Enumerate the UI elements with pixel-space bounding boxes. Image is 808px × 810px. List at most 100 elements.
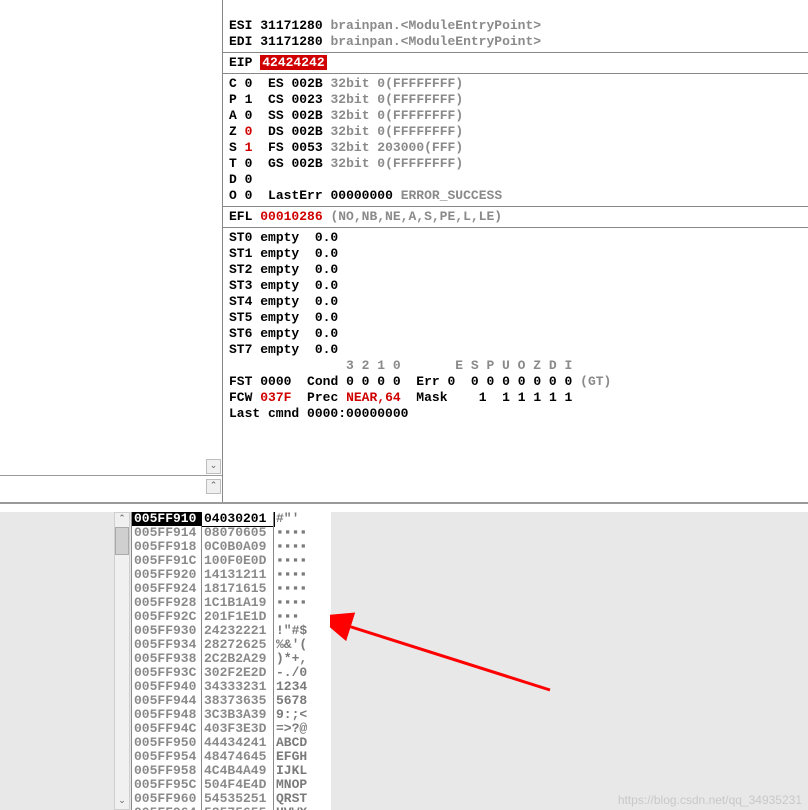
dump-row[interactable]: 005FF9584C4B4A49IJKL — [132, 764, 331, 778]
dump-addr: 005FF938 — [132, 652, 202, 666]
flag-o: O — [229, 188, 237, 203]
dump-hex: 34333231 — [202, 680, 274, 694]
dump-ascii: ▪▪▪▪ — [274, 554, 318, 568]
efl-val: 00010286 — [260, 209, 322, 224]
dump-row[interactable]: 005FF93C302F2E2D-./0 — [132, 666, 331, 680]
dump-addr: 005FF95C — [132, 778, 202, 792]
dump-hex: 38373635 — [202, 694, 274, 708]
dump-row[interactable]: 005FF96458575655UVWX — [132, 806, 331, 810]
dump-row[interactable]: 005FF93428272625%&'( — [132, 638, 331, 652]
separator — [223, 73, 808, 74]
reg-edi-val: 31171280 — [260, 34, 322, 49]
dump-addr: 005FF950 — [132, 736, 202, 750]
fpu-hdr: 3 2 1 0 E S P U O Z D I — [229, 358, 572, 373]
stack-dump-pane[interactable]: 005FF91004030201#"'005FF91408070605▪▪▪▪0… — [131, 512, 331, 810]
dump-row[interactable]: 005FF9281C1B1A19▪▪▪▪ — [132, 596, 331, 610]
dump-hex: 1C1B1A19 — [202, 596, 274, 610]
dump-row[interactable]: 005FF94C403F3E3D=>?@ — [132, 722, 331, 736]
dump-row[interactable]: 005FF91004030201#"' — [132, 512, 331, 526]
reg-edi-sym: brainpan.<ModuleEntryPoint> — [330, 34, 541, 49]
dump-row[interactable]: 005FF95044434241ABCD — [132, 736, 331, 750]
dump-hex: 100F0E0D — [202, 554, 274, 568]
dump-scrollbar[interactable]: ⌃ ⌄ — [114, 512, 130, 810]
dump-row[interactable]: 005FF93024232221!"#$ — [132, 624, 331, 638]
dump-ascii: IJKL — [274, 764, 318, 778]
dump-hex: 302F2E2D — [202, 666, 274, 680]
dump-addr: 005FF960 — [132, 792, 202, 806]
dump-row[interactable]: 005FF95C504F4E4DMNOP — [132, 778, 331, 792]
dump-row[interactable]: 005FF91C100F0E0D▪▪▪▪ — [132, 554, 331, 568]
dump-row[interactable]: 005FF92C201F1E1D▪▪▪ — [132, 610, 331, 624]
reg-esi-label: ESI — [229, 18, 252, 33]
dump-hex: 0C0B0A09 — [202, 540, 274, 554]
reg-edi-label: EDI — [229, 34, 252, 49]
dump-row[interactable]: 005FF91408070605▪▪▪▪ — [132, 526, 331, 540]
dump-addr: 005FF92C — [132, 610, 202, 624]
dump-ascii: #"' — [274, 512, 318, 526]
dump-ascii: ▪▪▪▪ — [274, 540, 318, 554]
dump-ascii: EFGH — [274, 750, 318, 764]
efl-label: EFL — [229, 209, 252, 224]
dump-ascii: %&'( — [274, 638, 318, 652]
dump-ascii: -./0 — [274, 666, 318, 680]
separator — [223, 206, 808, 207]
dump-hex: 3C3B3A39 — [202, 708, 274, 722]
watermark-text: https://blog.csdn.net/qq_34935231 — [618, 792, 802, 808]
scroll-down-icon[interactable]: ⌄ — [206, 459, 221, 474]
scroll-up-icon[interactable]: ⌃ — [115, 513, 129, 527]
dump-row[interactable]: 005FF9180C0B0A09▪▪▪▪ — [132, 540, 331, 554]
dump-row[interactable]: 005FF95448474645EFGH — [132, 750, 331, 764]
dump-hex: 28272625 — [202, 638, 274, 652]
dump-row[interactable]: 005FF944383736355678 — [132, 694, 331, 708]
flag-d: D — [229, 172, 237, 187]
pane-divider[interactable] — [0, 475, 222, 476]
dump-hex: 24232221 — [202, 624, 274, 638]
dump-ascii: )*+, — [274, 652, 318, 666]
seg-rows: C 0 ES 002B 32bit 0(FFFFFFFF) P 1 CS 002… — [229, 76, 463, 171]
dump-ascii: ▪▪▪▪ — [274, 596, 318, 610]
scroll-thumb[interactable] — [115, 527, 129, 555]
dump-row[interactable]: 005FF92418171615▪▪▪▪ — [132, 582, 331, 596]
dump-ascii: ▪▪▪ — [274, 610, 318, 624]
fpu-st-rows: ST0 empty 0.0 ST1 empty 0.0 ST2 empty 0.… — [229, 230, 338, 357]
dump-row[interactable]: 005FF940343332311234 — [132, 680, 331, 694]
efl-flags: (NO,NB,NE,A,S,PE,L,LE) — [330, 209, 502, 224]
dump-hex: 201F1E1D — [202, 610, 274, 624]
dump-row[interactable]: 005FF9483C3B3A399:;< — [132, 708, 331, 722]
dump-ascii: ▪▪▪▪ — [274, 568, 318, 582]
dump-ascii: ABCD — [274, 736, 318, 750]
dump-hex: 04030201 — [202, 512, 274, 526]
dump-row[interactable]: 005FF92014131211▪▪▪▪ — [132, 568, 331, 582]
dump-hex: 54535251 — [202, 792, 274, 806]
dump-hex: 48474645 — [202, 750, 274, 764]
dump-row[interactable]: 005FF9382C2B2A29)*+, — [132, 652, 331, 666]
separator — [223, 227, 808, 228]
dump-addr: 005FF94C — [132, 722, 202, 736]
dump-addr: 005FF964 — [132, 806, 202, 810]
registers-pane[interactable]: ESI 31171280 brainpan.<ModuleEntryPoint>… — [222, 0, 807, 502]
dump-addr: 005FF918 — [132, 540, 202, 554]
dump-row[interactable]: 005FF96054535251QRST — [132, 792, 331, 806]
dump-addr: 005FF930 — [132, 624, 202, 638]
dump-hex: 2C2B2A29 — [202, 652, 274, 666]
dump-hex: 44434241 — [202, 736, 274, 750]
dump-hex: 58575655 — [202, 806, 274, 810]
reg-esi-val: 31171280 — [260, 18, 322, 33]
dump-hex: 08070605 — [202, 526, 274, 540]
dump-addr: 005FF934 — [132, 638, 202, 652]
dump-hex: 403F3E3D — [202, 722, 274, 736]
reg-esi-sym: brainpan.<ModuleEntryPoint> — [330, 18, 541, 33]
separator — [223, 52, 808, 53]
dump-addr: 005FF948 — [132, 708, 202, 722]
dump-ascii: !"#$ — [274, 624, 318, 638]
dump-addr: 005FF910 — [132, 512, 202, 526]
reg-eip-val[interactable]: 42424242 — [260, 55, 326, 70]
dump-ascii: =>?@ — [274, 722, 318, 736]
scroll-up-icon[interactable]: ⌃ — [206, 479, 221, 494]
dump-ascii: QRST — [274, 792, 318, 806]
scroll-down-icon[interactable]: ⌄ — [115, 795, 129, 809]
dump-hex: 4C4B4A49 — [202, 764, 274, 778]
dump-ascii: ▪▪▪▪ — [274, 526, 318, 540]
dump-addr: 005FF928 — [132, 596, 202, 610]
pane-divider[interactable] — [0, 502, 808, 504]
